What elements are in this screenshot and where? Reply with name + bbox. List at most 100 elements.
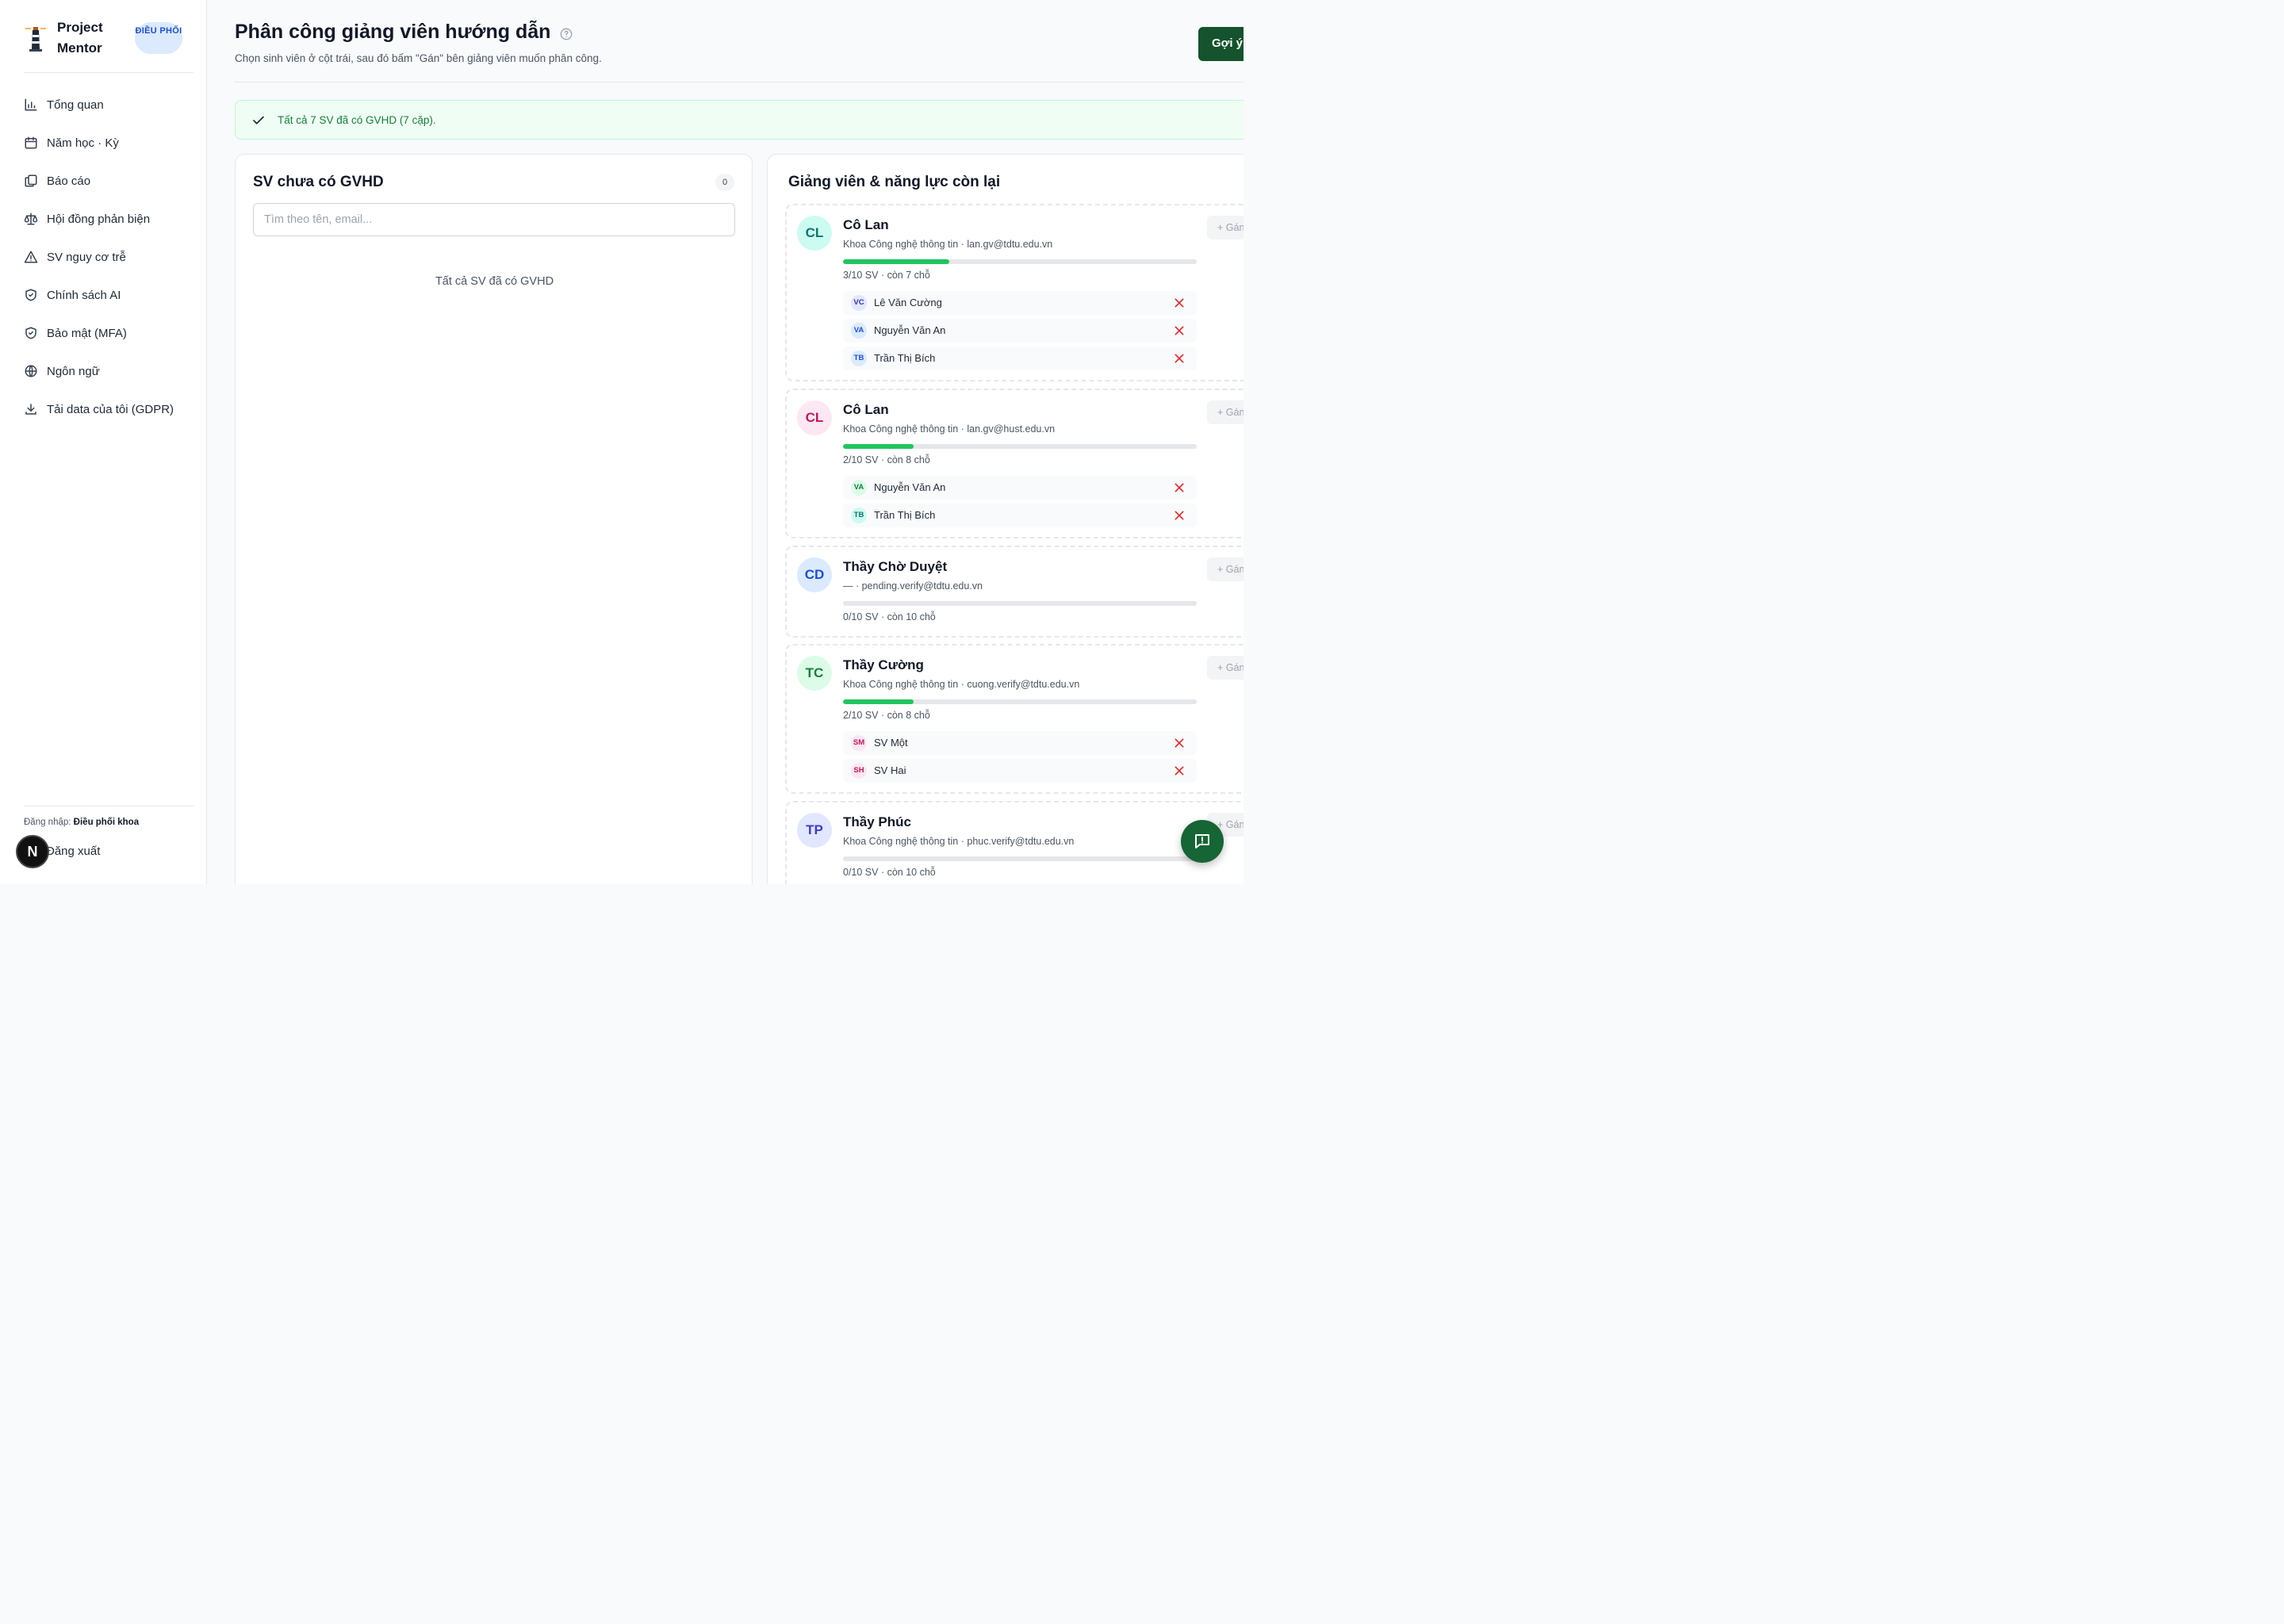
sidebar-item-academic-year[interactable]: Năm học · Kỳ bbox=[24, 124, 194, 162]
globe-icon bbox=[25, 365, 37, 377]
teacher-name: Cô Lan bbox=[843, 217, 889, 232]
check-icon bbox=[253, 116, 264, 124]
scale-icon bbox=[24, 213, 38, 225]
capacity-bar bbox=[843, 259, 1197, 264]
assigned-student-row: VC Lê Văn Cường bbox=[843, 291, 1197, 315]
logout-button[interactable]: Đăng xuất bbox=[46, 845, 100, 858]
sidebar-item-language[interactable]: Ngôn ngữ bbox=[24, 352, 194, 390]
teacher-dept-email: Khoa Công nghệ thông tin · lan.gv@tdtu.e… bbox=[843, 239, 1053, 250]
student-avatar: VC bbox=[851, 295, 867, 311]
teacher-name: Thầy Chờ Duyệt bbox=[843, 559, 948, 574]
teacher-card: CL Cô Lan Khoa Công nghệ thông tin · lan… bbox=[785, 204, 1244, 381]
app-name: Project Mentor bbox=[57, 20, 103, 56]
teacher-dept-email: — · pending.verify@tdtu.edu.vn bbox=[843, 580, 983, 592]
sidebar-item-label: Hội đồng phản biện bbox=[47, 212, 151, 226]
student-avatar: VA bbox=[851, 480, 867, 496]
page-title: Phân công giảng viên hướng dẫn bbox=[235, 21, 551, 43]
teacher-avatar: CL bbox=[797, 400, 832, 435]
capacity-bar bbox=[843, 699, 1197, 704]
remove-icon[interactable] bbox=[1173, 764, 1186, 777]
capacity-bar-fill bbox=[843, 259, 949, 264]
student-name: Nguyễn Văn An bbox=[874, 481, 946, 493]
assigned-student-row: TB Trần Thị Bích bbox=[843, 504, 1197, 527]
teacher-dept-email: Khoa Công nghệ thông tin · lan.gv@hust.e… bbox=[843, 423, 1056, 435]
remove-icon[interactable] bbox=[1173, 352, 1186, 365]
remove-icon[interactable] bbox=[1173, 297, 1186, 309]
sidebar-item-label: SV nguy cơ trễ bbox=[47, 250, 126, 264]
assigned-student-row: VA Nguyễn Văn An bbox=[843, 319, 1197, 343]
student-avatar: VA bbox=[851, 323, 867, 339]
assign-button[interactable]: + Gán bbox=[1207, 656, 1244, 680]
chat-alert-icon bbox=[1195, 834, 1209, 848]
assigned-students: VA Nguyễn Văn An TB Trần Thị Bích bbox=[843, 476, 1197, 531]
student-name: SV Một bbox=[874, 737, 908, 749]
teacher-name: Cô Lan bbox=[843, 402, 889, 417]
login-label: Đăng nhập: bbox=[24, 818, 71, 827]
page-subtitle: Chọn sinh viên ở cột trái, sau đó bấm "G… bbox=[235, 52, 602, 64]
sidebar-item-overview[interactable]: Tổng quan bbox=[24, 86, 194, 124]
teacher-name: Thầy Phúc bbox=[843, 814, 911, 829]
calendar-icon bbox=[25, 136, 37, 149]
suggest-button[interactable]: Gợi ý bbox=[1198, 27, 1244, 61]
sidebar-item-label: Chính sách AI bbox=[47, 288, 121, 302]
sidebar-item-reports[interactable]: Báo cáo bbox=[24, 162, 194, 200]
sidebar-item-security-mfa[interactable]: Bảo mật (MFA) bbox=[24, 314, 194, 352]
teachers-title: Giảng viên & năng lực còn lại bbox=[788, 174, 1001, 190]
assign-button[interactable]: + Gán bbox=[1207, 216, 1244, 239]
capacity-text: 2/10 SV · còn 8 chỗ bbox=[843, 454, 930, 465]
remove-icon[interactable] bbox=[1173, 737, 1186, 749]
login-info: Đăng nhập: Điều phối khoa bbox=[24, 818, 194, 827]
help-icon[interactable] bbox=[560, 28, 573, 40]
remove-icon[interactable] bbox=[1173, 509, 1186, 522]
assigned-students: VC Lê Văn Cường VA Nguyễn Văn An TB Trần… bbox=[843, 291, 1197, 374]
student-avatar: SH bbox=[851, 763, 867, 779]
sidebar-nav: Tổng quan Năm học · Kỳ Báo cáo Hội đồng … bbox=[24, 86, 194, 428]
teacher-card: TC Thầy Cường Khoa Công nghệ thông tin ·… bbox=[785, 644, 1244, 794]
bar-chart-icon bbox=[25, 98, 37, 111]
teacher-dept-email: Khoa Công nghệ thông tin · cuong.verify@… bbox=[843, 679, 1080, 690]
remove-icon[interactable] bbox=[1173, 324, 1186, 337]
unassigned-title: SV chưa có GVHD bbox=[253, 174, 384, 190]
teacher-avatar: TP bbox=[797, 813, 832, 848]
unassigned-panel: SV chưa có GVHD 0 Tất cả SV đã có GVHD bbox=[235, 154, 753, 884]
remove-icon[interactable] bbox=[1173, 481, 1186, 494]
sidebar-item-label: Bảo mật (MFA) bbox=[47, 326, 127, 340]
sidebar-item-ai-policy[interactable]: Chính sách AI bbox=[24, 276, 194, 314]
teacher-name: Thầy Cường bbox=[843, 657, 924, 672]
teacher-avatar: CL bbox=[797, 216, 832, 251]
copy-docs-icon bbox=[25, 174, 37, 187]
sidebar-footer: Đăng nhập: Điều phối khoa Đăng xuất bbox=[24, 806, 194, 858]
sidebar-item-at-risk[interactable]: SV nguy cơ trễ bbox=[24, 238, 194, 276]
student-avatar: TB bbox=[851, 350, 867, 366]
assign-button[interactable]: + Gán bbox=[1207, 400, 1244, 424]
capacity-bar bbox=[843, 601, 1197, 606]
student-avatar: TB bbox=[851, 508, 867, 523]
teacher-avatar: CD bbox=[797, 557, 832, 592]
sidebar: Project Mentor ĐIỀU PHỐI Tổng quan Năm h… bbox=[0, 0, 207, 884]
role-badge: ĐIỀU PHỐI bbox=[135, 22, 182, 54]
sidebar-item-label: Báo cáo bbox=[47, 174, 91, 188]
n-badge[interactable]: N bbox=[16, 835, 49, 868]
shield-check-icon bbox=[25, 289, 36, 301]
capacity-bar bbox=[843, 444, 1197, 449]
teacher-card: TP Thầy Phúc Khoa Công nghệ thông tin · … bbox=[785, 801, 1244, 884]
capacity-text: 3/10 SV · còn 7 chỗ bbox=[843, 270, 930, 281]
assigned-student-row: TB Trần Thị Bích bbox=[843, 347, 1197, 370]
teacher-card: CL Cô Lan Khoa Công nghệ thông tin · lan… bbox=[785, 389, 1244, 538]
sidebar-item-label: Tổng quan bbox=[47, 98, 104, 112]
student-name: Trần Thị Bích bbox=[874, 352, 936, 364]
sidebar-item-label: Năm học · Kỳ bbox=[47, 136, 119, 150]
assign-button[interactable]: + Gán bbox=[1207, 557, 1244, 581]
feedback-chat-button[interactable] bbox=[1181, 820, 1224, 863]
teacher-dept-email: Khoa Công nghệ thông tin · phuc.verify@t… bbox=[843, 836, 1075, 847]
capacity-bar bbox=[843, 856, 1197, 861]
empty-state-text: Tất cả SV đã có GVHD bbox=[435, 275, 554, 288]
student-search-input[interactable] bbox=[253, 203, 735, 236]
teacher-avatar: TC bbox=[797, 656, 832, 691]
sidebar-item-review-board[interactable]: Hội đồng phản biện bbox=[24, 200, 194, 238]
assigned-student-row: SM SV Một bbox=[843, 731, 1197, 755]
download-icon bbox=[25, 404, 36, 415]
capacity-bar-fill bbox=[843, 699, 914, 704]
warning-icon bbox=[24, 251, 38, 263]
sidebar-item-gdpr-download[interactable]: Tải data của tôi (GDPR) bbox=[24, 390, 194, 428]
